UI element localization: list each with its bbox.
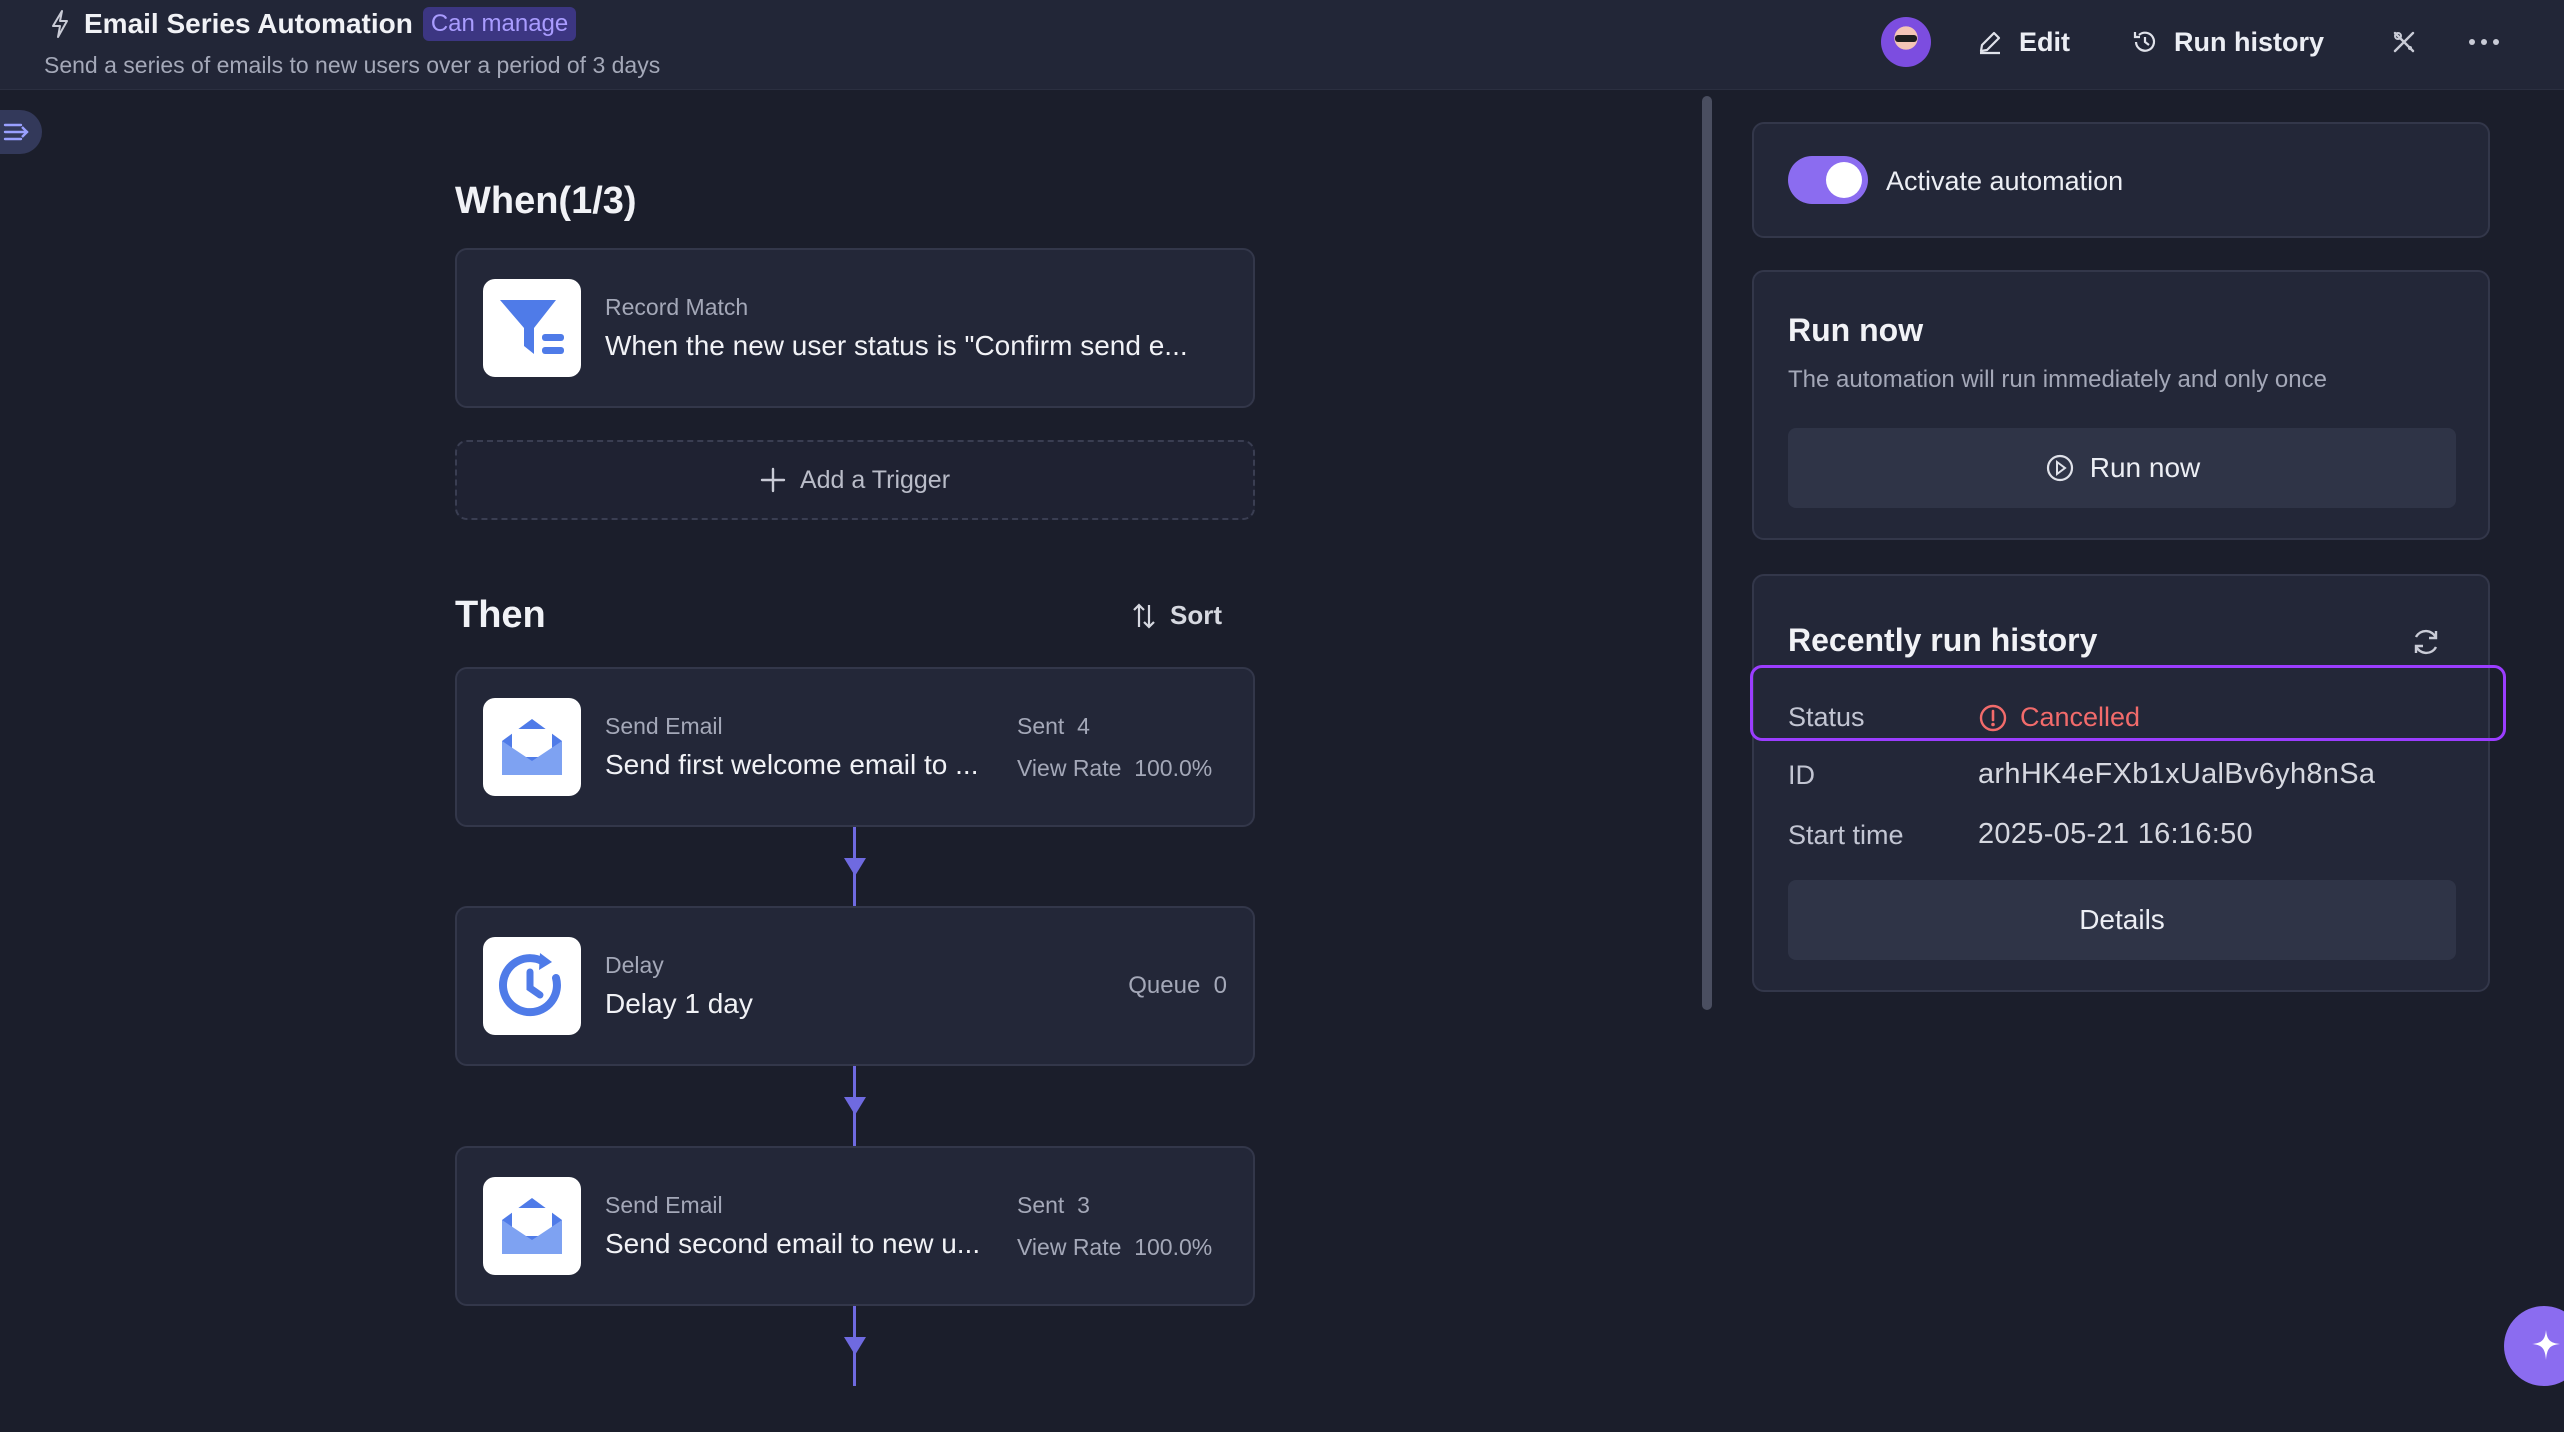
clock-icon [483,937,581,1035]
permission-badge: Can manage [422,7,577,41]
avatar[interactable] [1880,17,1931,67]
add-trigger-label: Add a Trigger [799,465,951,494]
then-title: Then [455,594,546,636]
page-subtitle: Send a series of emails to new users ove… [44,52,661,78]
sent-count: Sent 4 [1017,713,1090,739]
view-rate: View Rate 100.0% [1017,1234,1213,1260]
expand-sidebar-icon [3,123,29,141]
history-icon [2133,31,2155,52]
step-description: Send first welcome email to ... [605,749,979,780]
step-type: Delay [605,952,664,978]
status-label: Status [1788,702,1865,732]
trigger-description: When the new user status is "Confirm sen… [605,330,1188,361]
sort-label: Sort [1170,600,1222,630]
pencil-icon [1979,31,2001,55]
history-panel: Recently run history Status Cancelled ID… [1752,574,2490,992]
edit-label: Edit [2018,26,2070,57]
page-title: Email Series Automation [84,8,413,39]
step-description: Send second email to new u... [605,1228,981,1259]
refresh-icon [2414,629,2438,655]
run-history-button[interactable]: Run history [2130,27,2324,58]
view-rate: View Rate 100.0% [1017,755,1213,781]
details-button[interactable]: Details [1788,880,2456,960]
status-value: Cancelled [1978,702,2140,733]
step-type: Send Email [605,713,723,739]
sort-button[interactable]: Sort [1130,600,1222,631]
run-history-label: Run history [2173,26,2324,57]
sidebar-toggle-button[interactable] [0,110,42,154]
start-time-label: Start time [1788,820,1904,850]
refresh-button[interactable] [2406,622,2446,662]
start-time-value: 2025-05-21 16:16:50 [1978,818,2253,850]
step-card-send-email-2[interactable]: Send Email Send second email to new u...… [455,1146,1255,1306]
flow-arrow-icon [844,1337,866,1355]
flow-arrow-icon [844,1097,866,1115]
step-card-send-email-1[interactable]: Send Email Send first welcome email to .… [455,667,1255,827]
sent-count: Sent 3 [1017,1192,1090,1218]
run-now-description: The automation will run immediately and … [1788,366,2327,393]
play-circle-icon [2046,454,2073,482]
activate-label: Activate automation [1886,166,2124,196]
step-description: Delay 1 day [605,988,753,1019]
sort-icon [1133,602,1155,629]
edit-button[interactable]: Edit [1975,27,2070,58]
scrollbar[interactable] [1702,96,1712,1010]
activate-panel: Activate automation [1752,122,2490,238]
email-icon [483,698,581,796]
tools-icon [2393,31,2415,53]
header-actions: Edit Run history [1880,14,2504,70]
run-now-title: Run now [1788,312,1924,348]
id-value: arhHK4eFXb1xUalBv6yh8nSa [1978,758,2376,790]
email-icon [483,1177,581,1275]
id-label: ID [1788,760,1815,790]
flow-arrow-icon [844,858,866,876]
filter-icon [483,279,581,377]
when-title: When(1/3) [455,180,637,222]
queue-count: Queue 0 [1128,972,1227,999]
history-title: Recently run history [1788,622,2098,658]
step-type: Send Email [605,1192,723,1218]
trigger-type: Record Match [605,294,749,320]
alert-circle-icon [1979,704,2007,731]
details-button-label: Details [2079,904,2165,935]
tools-button[interactable] [2384,22,2424,62]
run-now-button[interactable]: Run now [1788,428,2456,508]
plus-icon [760,467,786,493]
activate-toggle[interactable] [1788,156,1868,204]
lightning-icon [52,10,68,38]
sparkle-icon [2532,1330,2560,1360]
more-button[interactable] [2464,22,2504,62]
trigger-card[interactable]: Record Match When the new user status is… [455,248,1255,408]
status-text: Cancelled [2020,702,2141,732]
title-row: Email Series Automation Can manage [48,7,577,41]
top-bar: Email Series Automation Can manage Send … [0,0,2564,90]
step-card-delay[interactable]: Delay Delay 1 day Queue 0 [455,906,1255,1066]
add-trigger-button[interactable]: Add a Trigger [455,440,1255,520]
run-now-panel: Run now The automation will run immediat… [1752,270,2490,540]
ai-assistant-button[interactable] [2504,1306,2564,1386]
more-horizontal-icon [2469,39,2499,45]
run-now-button-label: Run now [2089,452,2201,483]
